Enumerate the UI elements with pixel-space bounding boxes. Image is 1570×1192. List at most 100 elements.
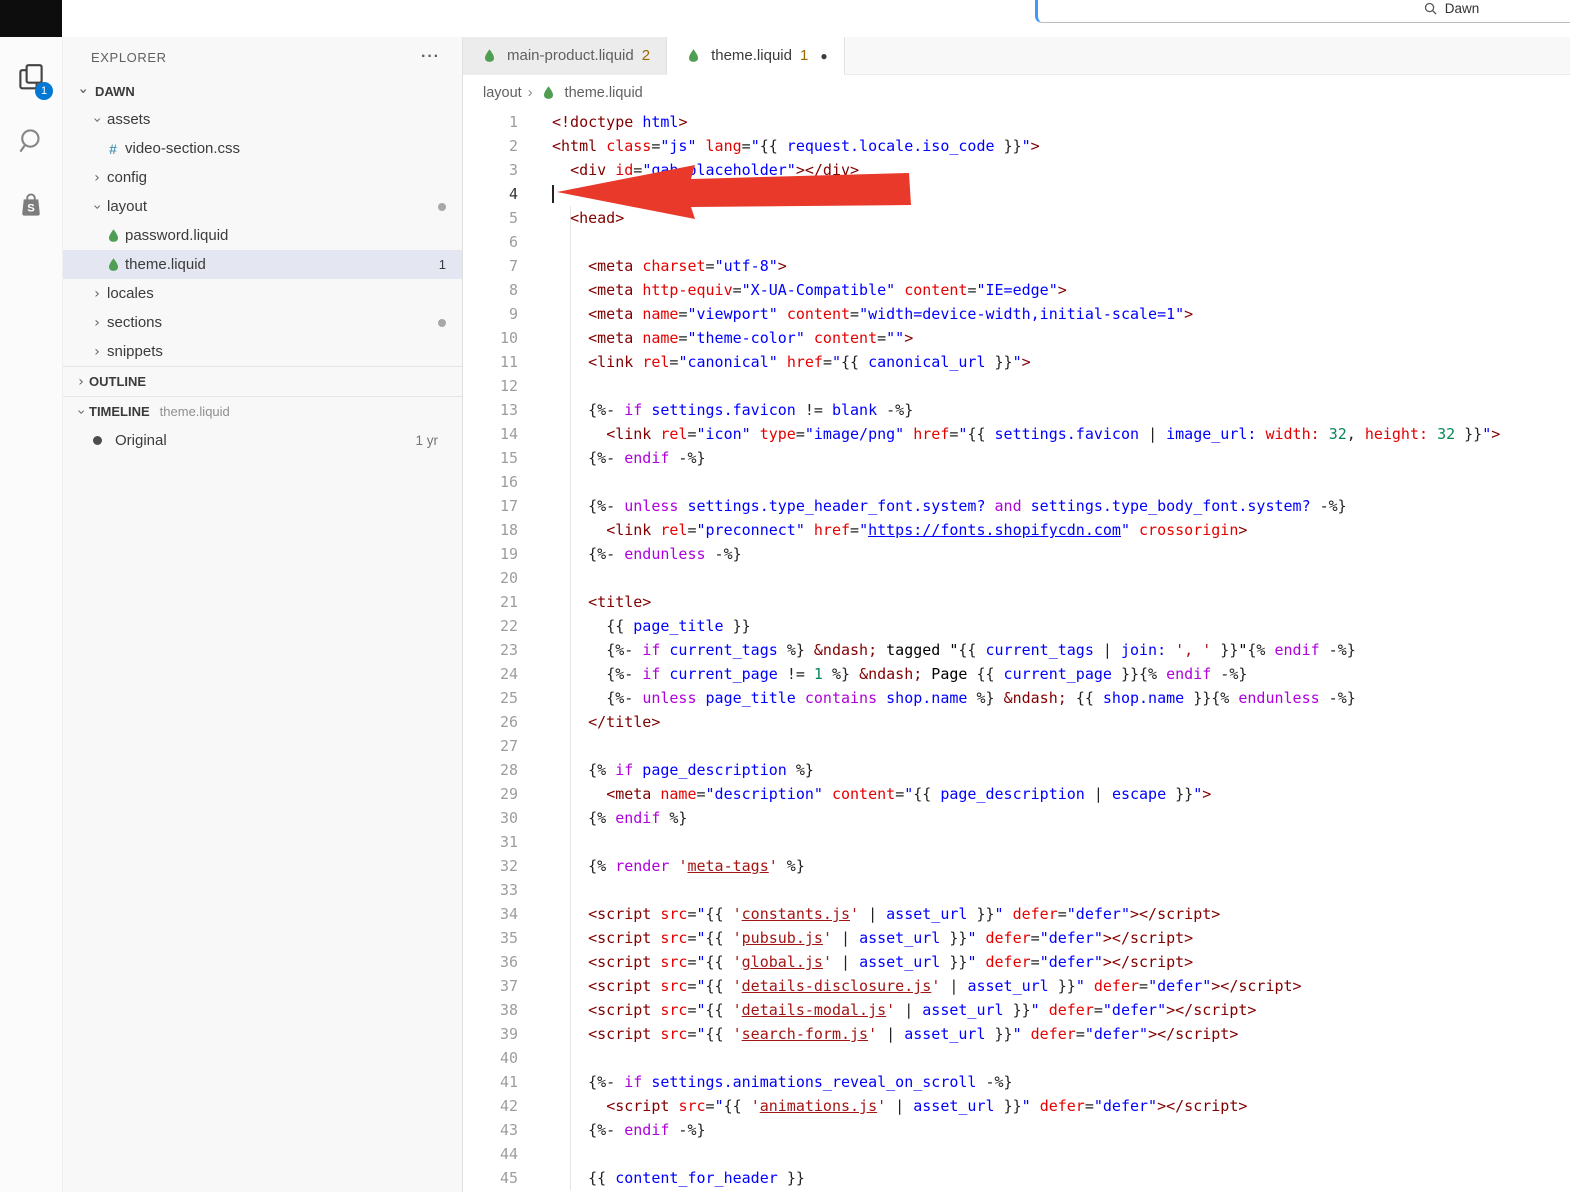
code-line-44[interactable]: 44 — [463, 1142, 1570, 1166]
line-number[interactable]: 26 — [463, 710, 518, 734]
code-line-16[interactable]: 16 — [463, 470, 1570, 494]
code-line-7[interactable]: 7 <meta charset="utf-8"> — [463, 254, 1570, 278]
code-line-42[interactable]: 42 <script src="{{ 'animations.js' | ass… — [463, 1094, 1570, 1118]
code-line-11[interactable]: 11 <link rel="canonical" href="{{ canoni… — [463, 350, 1570, 374]
code-line-9[interactable]: 9 <meta name="viewport" content="width=d… — [463, 302, 1570, 326]
code-line-36[interactable]: 36 <script src="{{ 'global.js' | asset_u… — [463, 950, 1570, 974]
code-line-32[interactable]: 32 {% render 'meta-tags' %} — [463, 854, 1570, 878]
code-line-34[interactable]: 34 <script src="{{ 'constants.js' | asse… — [463, 902, 1570, 926]
tree-item-video-section.css[interactable]: # video-section.css — [63, 134, 462, 163]
code-line-26[interactable]: 26 </title> — [463, 710, 1570, 734]
line-number[interactable]: 1 — [463, 110, 518, 134]
line-number[interactable]: 39 — [463, 1022, 518, 1046]
command-center-search[interactable]: Dawn — [1035, 0, 1570, 23]
code-line-13[interactable]: 13 {%- if settings.favicon != blank -%} — [463, 398, 1570, 422]
code-line-4[interactable]: 4 — [463, 182, 1570, 206]
line-number[interactable]: 15 — [463, 446, 518, 470]
outline-section-header[interactable]: › OUTLINE — [63, 366, 462, 396]
line-number[interactable]: 45 — [463, 1166, 518, 1190]
line-number[interactable]: 37 — [463, 974, 518, 998]
tab-theme.liquid[interactable]: theme.liquid 1 ● — [667, 37, 845, 75]
code-editor[interactable]: 1 <!doctype html> 2 <html class="js" lang="… — [463, 110, 1570, 1192]
line-number[interactable]: 14 — [463, 422, 518, 446]
line-number[interactable]: 18 — [463, 518, 518, 542]
code-line-31[interactable]: 31 — [463, 830, 1570, 854]
line-number[interactable]: 29 — [463, 782, 518, 806]
code-line-25[interactable]: 25 {%- unless page_title contains shop.n… — [463, 686, 1570, 710]
line-number[interactable]: 6 — [463, 230, 518, 254]
line-number[interactable]: 19 — [463, 542, 518, 566]
line-number[interactable]: 35 — [463, 926, 518, 950]
line-number[interactable]: 31 — [463, 830, 518, 854]
code-line-30[interactable]: 30 {% endif %} — [463, 806, 1570, 830]
code-line-35[interactable]: 35 <script src="{{ 'pubsub.js' | asset_u… — [463, 926, 1570, 950]
line-number[interactable]: 33 — [463, 878, 518, 902]
code-line-17[interactable]: 17 {%- unless settings.type_header_font.… — [463, 494, 1570, 518]
tree-item-layout[interactable]: › layout — [63, 192, 462, 221]
line-number[interactable]: 21 — [463, 590, 518, 614]
tree-item-snippets[interactable]: › snippets — [63, 337, 462, 366]
timeline-section-header[interactable]: › TIMELINE theme.liquid — [63, 396, 462, 426]
line-number[interactable]: 11 — [463, 350, 518, 374]
code-line-33[interactable]: 33 — [463, 878, 1570, 902]
line-number[interactable]: 16 — [463, 470, 518, 494]
tree-item-config[interactable]: › config — [63, 163, 462, 192]
line-number[interactable]: 7 — [463, 254, 518, 278]
tree-item-password.liquid[interactable]: password.liquid — [63, 221, 462, 250]
code-line-15[interactable]: 15 {%- endif -%} — [463, 446, 1570, 470]
line-number[interactable]: 23 — [463, 638, 518, 662]
line-number[interactable]: 12 — [463, 374, 518, 398]
line-number[interactable]: 40 — [463, 1046, 518, 1070]
line-number[interactable]: 20 — [463, 566, 518, 590]
line-number[interactable]: 43 — [463, 1118, 518, 1142]
code-line-41[interactable]: 41 {%- if settings.animations_reveal_on_… — [463, 1070, 1570, 1094]
tree-item-sections[interactable]: › sections — [63, 308, 462, 337]
code-line-21[interactable]: 21 <title> — [463, 590, 1570, 614]
code-line-10[interactable]: 10 <meta name="theme-color" content=""> — [463, 326, 1570, 350]
line-number[interactable]: 36 — [463, 950, 518, 974]
code-line-38[interactable]: 38 <script src="{{ 'details-modal.js' | … — [463, 998, 1570, 1022]
line-number[interactable]: 2 — [463, 134, 518, 158]
line-number[interactable]: 32 — [463, 854, 518, 878]
code-line-1[interactable]: 1 <!doctype html> — [463, 110, 1570, 134]
breadcrumb-item-folder[interactable]: layout — [483, 85, 522, 101]
line-number[interactable]: 38 — [463, 998, 518, 1022]
line-number[interactable]: 3 — [463, 158, 518, 182]
code-line-5[interactable]: 5 <head> — [463, 206, 1570, 230]
code-line-27[interactable]: 27 — [463, 734, 1570, 758]
code-line-40[interactable]: 40 — [463, 1046, 1570, 1070]
tree-item-assets[interactable]: › assets — [63, 105, 462, 134]
code-line-37[interactable]: 37 <script src="{{ 'details-disclosure.j… — [463, 974, 1570, 998]
tree-item-locales[interactable]: › locales — [63, 279, 462, 308]
code-line-14[interactable]: 14 <link rel="icon" type="image/png" hre… — [463, 422, 1570, 446]
line-number[interactable]: 24 — [463, 662, 518, 686]
line-number[interactable]: 22 — [463, 614, 518, 638]
more-actions-icon[interactable]: ··· — [421, 48, 440, 66]
code-line-29[interactable]: 29 <meta name="description" content="{{ … — [463, 782, 1570, 806]
code-line-22[interactable]: 22 {{ page_title }} — [463, 614, 1570, 638]
line-number[interactable]: 9 — [463, 302, 518, 326]
dirty-indicator-icon[interactable]: ● — [820, 49, 827, 63]
line-number[interactable]: 8 — [463, 278, 518, 302]
code-line-45[interactable]: 45 {{ content_for_header }} — [463, 1166, 1570, 1190]
code-line-19[interactable]: 19 {%- endunless -%} — [463, 542, 1570, 566]
line-number[interactable]: 10 — [463, 326, 518, 350]
code-line-8[interactable]: 8 <meta http-equiv="X-UA-Compatible" con… — [463, 278, 1570, 302]
line-number[interactable]: 30 — [463, 806, 518, 830]
line-number[interactable]: 27 — [463, 734, 518, 758]
line-number[interactable]: 13 — [463, 398, 518, 422]
code-line-2[interactable]: 2 <html class="js" lang="{{ request.local… — [463, 134, 1570, 158]
code-line-18[interactable]: 18 <link rel="preconnect" href="https://… — [463, 518, 1570, 542]
line-number[interactable]: 28 — [463, 758, 518, 782]
line-number[interactable]: 44 — [463, 1142, 518, 1166]
code-line-20[interactable]: 20 — [463, 566, 1570, 590]
root-folder-header[interactable]: › DAWN — [63, 77, 462, 105]
code-line-39[interactable]: 39 <script src="{{ 'search-form.js' | as… — [463, 1022, 1570, 1046]
code-line-12[interactable]: 12 — [463, 374, 1570, 398]
code-line-43[interactable]: 43 {%- endif -%} — [463, 1118, 1570, 1142]
code-line-24[interactable]: 24 {%- if current_page != 1 %} &ndash; P… — [463, 662, 1570, 686]
line-number[interactable]: 17 — [463, 494, 518, 518]
code-line-23[interactable]: 23 {%- if current_tags %} &ndash; tagged… — [463, 638, 1570, 662]
line-number[interactable]: 41 — [463, 1070, 518, 1094]
breadcrumb-item-file[interactable]: theme.liquid — [565, 85, 643, 101]
